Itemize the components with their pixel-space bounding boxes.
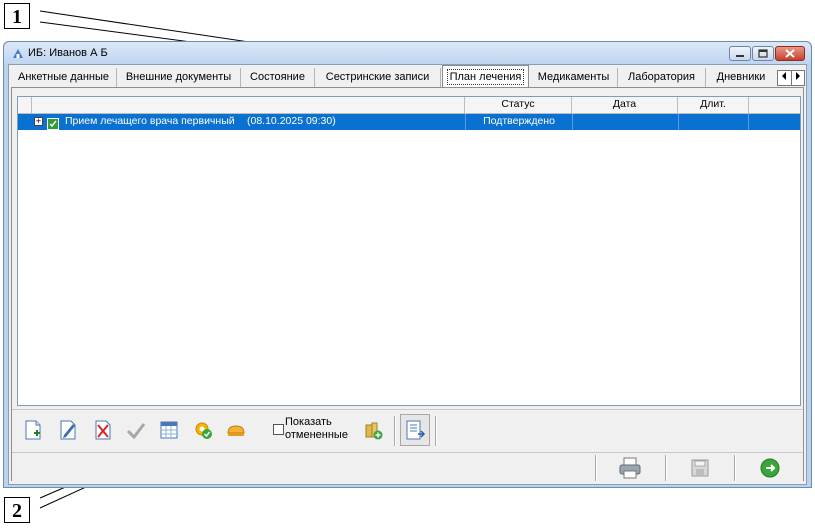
tab-label: Лаборатория [628,71,695,83]
check-icon[interactable] [125,419,147,441]
treatment-plan-panel: Статус Дата Длит. + Прием лечащего врача… [11,87,804,483]
app-icon [13,49,23,58]
treatment-plan-grid: Статус Дата Длит. + Прием лечащего врача… [17,96,801,406]
exit-icon[interactable] [759,457,781,479]
tab-medikamenty[interactable]: Медикаменты [530,68,618,87]
row-duration [678,114,749,130]
tab-scroll-right-button[interactable] [792,71,805,85]
column-header-status[interactable]: Статус [465,97,572,113]
checkbox-label-line2: отмененные [285,429,348,441]
delete-icon[interactable] [92,419,114,441]
table-row[interactable]: + Прием лечащего врача первичный (08.10.… [18,114,800,130]
column-header-date[interactable]: Дата [572,97,678,113]
tab-label: Анкетные данные [17,71,109,83]
client-area: Анкетные данные Внешние документы Состоя… [8,64,807,485]
export-button[interactable] [400,414,430,446]
expand-button[interactable]: + [34,117,43,126]
grid-header: Статус Дата Длит. [18,97,800,114]
tab-label: Состояние [250,71,305,83]
minimize-icon [736,55,744,57]
close-button[interactable] [775,46,805,61]
bar-separator [665,455,667,481]
appointment-icon [47,118,59,130]
minimize-button[interactable] [729,46,751,61]
header-indicator-cell [18,97,32,113]
title-bar: ИБ: Иванов А Б [4,42,811,64]
bar-separator [595,455,597,481]
tab-sestrinskie-zapisi[interactable]: Сестринские записи [315,68,441,87]
toolbar: Показать отмененные [12,409,803,452]
callout-2: 2 [4,497,30,523]
checkbox-label-line1: Показать [285,416,332,428]
row-name: Прием лечащего врача первичный [65,115,235,127]
callout-1: 1 [4,3,30,29]
bottles-add-icon[interactable] [362,419,384,441]
show-cancelled-checkbox[interactable] [273,424,284,435]
patient-window: ИБ: Иванов А Б Анкетные данные Внешние д… [3,41,812,488]
tab-laboratoriya[interactable]: Лаборатория [618,68,706,87]
tab-vneshnie-dokumenty[interactable]: Внешние документы [117,68,241,87]
save-icon[interactable] [690,458,710,478]
tab-scroll-left-button[interactable] [778,71,792,85]
column-header-name[interactable] [32,97,465,113]
tab-label: План лечения [446,69,525,85]
new-document-icon[interactable] [22,419,44,441]
tab-label: Дневники [716,71,766,83]
row-status: Подтверждено [465,114,572,130]
bread-icon[interactable] [225,419,247,441]
edit-icon[interactable] [57,419,79,441]
maximize-button[interactable] [752,46,774,61]
close-icon [785,49,795,58]
tab-label: Внешние документы [125,71,232,83]
toolbar-separator [435,416,437,446]
window-title: ИБ: Иванов А Б [28,47,108,59]
row-datetime: (08.10.2025 09:30) [247,115,336,127]
tab-label: Сестринские записи [325,71,430,83]
row-date [572,114,678,130]
tab-anketnye-dannye[interactable]: Анкетные данные [11,68,117,87]
tab-sostoyanie[interactable]: Состояние [241,68,315,87]
toolbar-separator [394,416,396,446]
arrow-right-icon [795,72,800,80]
show-cancelled-label: Показать отмененные [285,416,348,442]
maximize-icon [758,49,768,58]
tab-label: Медикаменты [537,71,610,83]
tab-strip: Анкетные данные Внешние документы Состоя… [9,65,806,88]
bar-separator [734,455,736,481]
calendar-icon[interactable] [158,419,180,441]
printer-icon[interactable] [618,457,642,479]
gear-check-icon[interactable] [192,419,214,441]
column-header-extra [749,97,802,113]
tab-dnevniki[interactable]: Дневники [706,68,776,87]
export-icon [406,420,426,440]
tab-scroll-arrows [777,70,805,86]
bottom-action-bar [12,452,803,483]
tab-plan-lecheniya[interactable]: План лечения [442,65,529,88]
column-header-duration[interactable]: Длит. [678,97,749,113]
arrow-left-icon [782,72,787,80]
